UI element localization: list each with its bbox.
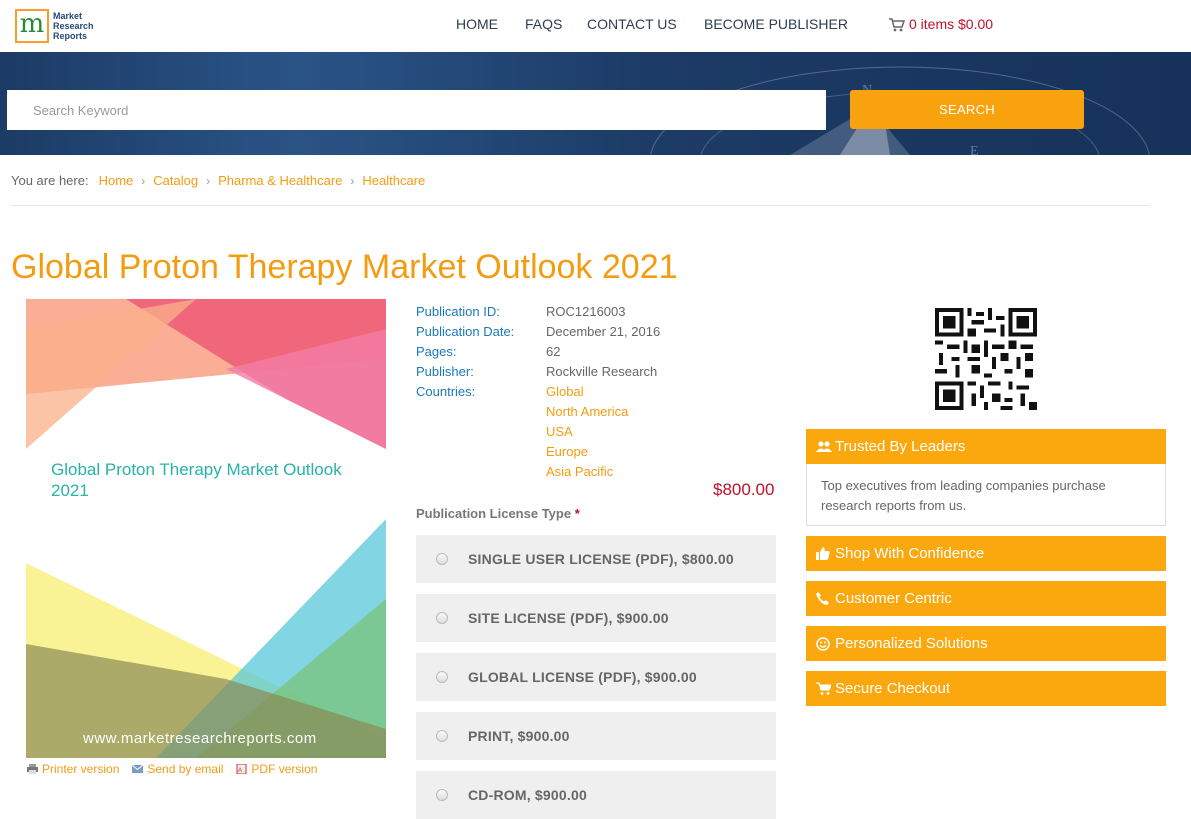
site-logo[interactable]: m Market Research Reports <box>15 6 97 46</box>
pages-label: Pages: <box>416 343 457 359</box>
share-links: Printer version Send by email A PDF vers… <box>27 762 317 776</box>
nav-contact-us[interactable]: CONTACT US <box>587 16 677 32</box>
secure-checkout: Secure Checkout <box>806 671 1166 706</box>
cover-url: www.marketresearchreports.com <box>83 730 317 747</box>
publication-id-label: Publication ID: <box>416 303 500 319</box>
license-option-single-user[interactable]: SINGLE USER LICENSE (PDF), $800.00 <box>416 535 776 583</box>
license-type-label: Publication License Type * <box>416 506 580 521</box>
country-link[interactable]: Asia Pacific <box>546 464 613 479</box>
customer-centric: Customer Centric <box>806 581 1166 616</box>
pdf-version-link[interactable]: A PDF version <box>236 762 317 776</box>
personalized-solutions: Personalized Solutions <box>806 626 1166 661</box>
printer-version-link[interactable]: Printer version <box>27 762 119 776</box>
country-link[interactable]: North America <box>546 404 628 419</box>
pdf-icon: A <box>236 764 247 774</box>
svg-text:E: E <box>970 144 979 155</box>
country-link[interactable]: Europe <box>546 444 588 459</box>
publication-details: Publication ID: ROC1216003 Publication Da… <box>416 301 660 481</box>
license-option-site[interactable]: SITE LICENSE (PDF), $900.00 <box>416 594 776 642</box>
publisher-label: Publisher: <box>416 363 474 379</box>
search-input[interactable]: Search Keyword <box>7 90 826 130</box>
publication-id: ROC1216003 <box>546 303 626 319</box>
trusted-by-leaders-header: Trusted By Leaders <box>806 429 1166 464</box>
divider <box>11 205 1150 206</box>
breadcrumb-healthcare[interactable]: Healthcare <box>362 173 425 188</box>
smile-icon <box>816 636 832 651</box>
license-option-global[interactable]: GLOBAL LICENSE (PDF), $900.00 <box>416 653 776 701</box>
license-option-print[interactable]: PRINT, $900.00 <box>416 712 776 760</box>
radio-button[interactable] <box>436 671 448 683</box>
cart-icon <box>889 17 905 31</box>
chevron-right-icon: › <box>206 173 211 188</box>
svg-text:A: A <box>238 768 242 774</box>
report-price: $800.00 <box>713 480 775 499</box>
pages-value: 62 <box>546 343 561 359</box>
radio-button[interactable] <box>436 789 448 801</box>
site-header: m Market Research Reports HOME FAQS CONT… <box>0 0 1191 52</box>
cart-icon <box>816 682 832 695</box>
shop-with-confidence: Shop With Confidence <box>806 536 1166 571</box>
nav-home[interactable]: HOME <box>456 16 498 32</box>
countries-label: Countries: <box>416 383 476 399</box>
trusted-by-leaders-text: Top executives from leading companies pu… <box>806 464 1166 526</box>
publication-date-label: Publication Date: <box>416 323 515 339</box>
logo-icon: m <box>15 9 49 43</box>
printer-icon <box>27 764 38 774</box>
page-title: Global Proton Therapy Market Outlook 202… <box>11 248 678 286</box>
country-link[interactable]: Global <box>546 384 584 399</box>
breadcrumb-home[interactable]: Home <box>99 173 134 188</box>
publisher-value: Rockville Research <box>546 363 658 379</box>
email-icon <box>132 764 144 773</box>
search-button[interactable]: SEARCH <box>850 90 1084 129</box>
send-by-email-link[interactable]: Send by email <box>132 762 223 776</box>
users-icon <box>816 440 832 453</box>
report-cover: Global Proton Therapy Market Outlook 202… <box>26 299 386 758</box>
logo-wordmark: Market Research Reports <box>53 11 94 41</box>
chevron-right-icon: › <box>141 173 146 188</box>
radio-button[interactable] <box>436 730 448 742</box>
breadcrumb: You are here: Home › Catalog › Pharma & … <box>11 173 425 188</box>
cart-summary: 0 items $0.00 <box>909 16 994 32</box>
chevron-right-icon: › <box>350 173 355 188</box>
thumbs-up-icon <box>816 547 832 560</box>
country-link[interactable]: USA <box>546 424 573 439</box>
cover-title: Global Proton Therapy Market Outlook 202… <box>51 460 342 500</box>
cover-artwork <box>26 299 386 758</box>
publication-date: December 21, 2016 <box>546 323 661 339</box>
breadcrumb-catalog[interactable]: Catalog <box>153 173 198 188</box>
radio-button[interactable] <box>436 612 448 624</box>
radio-button[interactable] <box>436 553 448 565</box>
qr-code <box>935 308 1037 410</box>
required-marker: * <box>574 506 580 521</box>
breadcrumb-prefix: You are here: <box>11 173 89 188</box>
nav-become-publisher[interactable]: BECOME PUBLISHER <box>704 16 848 32</box>
search-banner: N E Search Keyword SEARCH <box>0 52 1191 155</box>
cart-link[interactable]: 0 items $0.00 <box>888 16 993 32</box>
phone-icon <box>816 592 832 605</box>
breadcrumb-pharma-healthcare[interactable]: Pharma & Healthcare <box>218 173 342 188</box>
nav-faqs[interactable]: FAQS <box>525 16 562 32</box>
